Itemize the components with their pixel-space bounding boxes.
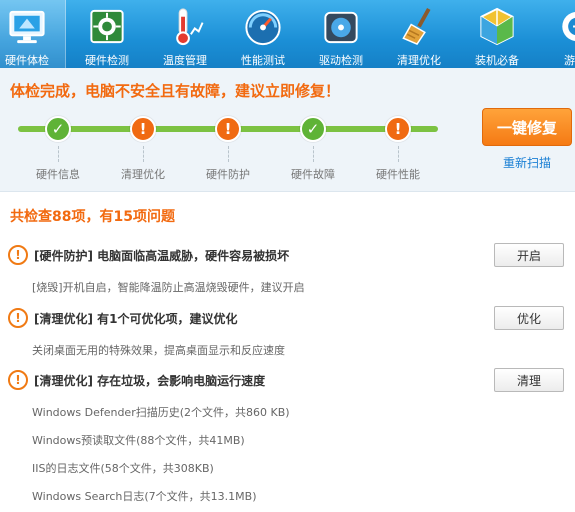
toolbar-item-label: 温度管理	[163, 54, 207, 67]
broom-icon	[402, 7, 431, 46]
toolbar-item-label: 驱动检测	[319, 54, 363, 67]
step-hardware-info-ok-icon: ✓	[45, 116, 71, 142]
toolbar-item-hardware-checkup[interactable]: 硬件体检	[0, 0, 66, 68]
toolbar-item-performance[interactable]: 性能测试	[224, 0, 302, 68]
step-divider	[58, 146, 59, 162]
step-protection-warning-icon: !	[215, 116, 241, 142]
driver-disc-icon	[324, 11, 358, 44]
optimize-button[interactable]: 优化	[494, 306, 564, 330]
step-label: 硬件防护	[206, 168, 250, 181]
step-divider	[143, 146, 144, 162]
status-title: 体检完成，电脑不安全且有故障，建议立即修复！	[10, 82, 341, 100]
issue-text: [硬件防护] 电脑面临高温威胁，硬件容易被损坏	[34, 248, 290, 263]
issue-row: ! [硬件防护] 电脑面临高温威胁，硬件容易被损坏	[8, 243, 568, 267]
step-divider	[228, 146, 229, 162]
toolbar-item-games[interactable]: 游戏	[536, 0, 575, 68]
toolbar-item-label: 硬件体检	[5, 54, 49, 67]
one-click-fix-button[interactable]: 一键修复	[482, 108, 572, 146]
step-label: 硬件故障	[291, 168, 335, 181]
step-label: 硬件信息	[36, 168, 80, 181]
step-cleanup-warning-icon: !	[130, 116, 156, 142]
enable-button[interactable]: 开启	[494, 243, 564, 267]
toolbar-item-hardware-detect[interactable]: 硬件检测	[68, 0, 146, 68]
issue-detail: Windows Defender扫描历史(2个文件，共860 KB)	[32, 406, 290, 419]
toolbar-item-temperature[interactable]: 温度管理	[146, 0, 224, 68]
toolbar-item-label: 性能测试	[241, 54, 285, 67]
thermometer-icon	[176, 8, 204, 46]
monitor-icon	[9, 10, 45, 44]
toolbar-item-driver[interactable]: 驱动检测	[302, 0, 380, 68]
step-performance-warning-icon: !	[385, 116, 411, 142]
toolbar-item-label: 清理优化	[397, 54, 441, 67]
warning-icon: !	[8, 370, 28, 390]
circuit-board-icon	[90, 9, 124, 44]
step-divider	[313, 146, 314, 162]
step-label: 清理优化	[121, 168, 165, 181]
issue-detail: IIS的日志文件(58个文件，共308KB)	[32, 462, 214, 475]
top-toolbar: 硬件体检 硬件检测 温度管理 性能测试 驱动检测 清理优化 装机必备 游	[0, 0, 575, 68]
warning-icon: !	[8, 308, 28, 328]
issue-detail: [烧毁]开机自启，智能降温防止高温烧毁硬件，建议开启	[32, 281, 305, 294]
toolbar-item-label: 游戏	[564, 54, 575, 67]
step-fault-ok-icon: ✓	[300, 116, 326, 142]
issue-text: [清理优化] 有1个可优化项，建议优化	[34, 311, 238, 326]
gamepad-icon	[562, 11, 575, 42]
toolbar-item-label: 硬件检测	[85, 54, 129, 67]
step-label: 硬件性能	[376, 168, 420, 181]
issue-row: ! [清理优化] 有1个可优化项，建议优化	[8, 306, 568, 330]
issue-detail: 关闭桌面无用的特殊效果，提高桌面显示和反应速度	[32, 344, 285, 357]
toolbar-item-essentials[interactable]: 装机必备	[458, 0, 536, 68]
toolbar-item-label: 装机必备	[475, 54, 519, 67]
issue-detail: Windows预读取文件(88个文件，共41MB)	[32, 434, 245, 447]
warning-icon: !	[8, 245, 28, 265]
rescan-link[interactable]: 重新扫描	[482, 154, 572, 171]
clean-button[interactable]: 清理	[494, 368, 564, 392]
issue-row: ! [清理优化] 存在垃圾，会影响电脑运行速度	[8, 368, 568, 392]
toolbar-item-cleanup[interactable]: 清理优化	[380, 0, 458, 68]
issue-detail: Windows Search日志(7个文件，共13.1MB)	[32, 490, 257, 503]
checkup-status-panel: 体检完成，电脑不安全且有故障，建议立即修复！ ✓ ! ! ✓ ! 硬件信息 清理…	[0, 68, 575, 192]
speedometer-icon	[245, 9, 281, 46]
issue-text: [清理优化] 存在垃圾，会影响电脑运行速度	[34, 373, 266, 388]
results-summary: 共检查88项，有15项问题	[10, 209, 175, 225]
cube-icon	[480, 7, 514, 46]
step-divider	[398, 146, 399, 162]
